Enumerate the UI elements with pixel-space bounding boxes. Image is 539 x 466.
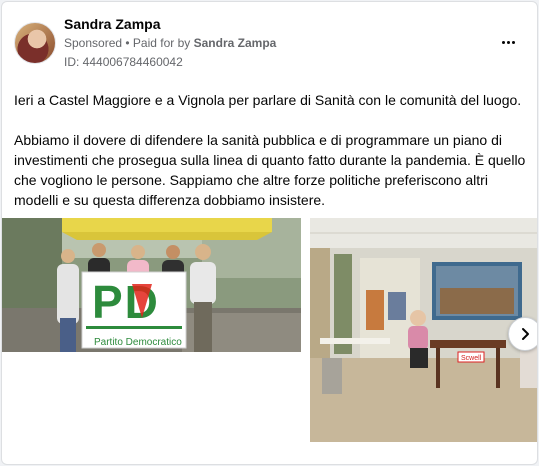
chevron-right-icon: [522, 328, 529, 340]
separator-dot: •: [122, 36, 133, 50]
carousel-next-button[interactable]: [508, 317, 537, 351]
more-dot: [511, 40, 515, 44]
sponsored-label[interactable]: Sponsored: [64, 36, 122, 50]
payer-name[interactable]: Sandra Zampa: [194, 36, 277, 50]
banner-caption: Partito Democratico: [94, 337, 182, 348]
more-dot: [506, 40, 510, 44]
table-sign: Scwell: [461, 355, 482, 362]
ad-post-card: Sandra Zampa Sponsored • Paid for by San…: [1, 1, 538, 465]
avatar[interactable]: [14, 22, 56, 64]
banner-logo: PD: [92, 276, 160, 328]
outdoor-photo: PD Partito Democratico: [2, 218, 301, 352]
indoor-photo: Scwell: [310, 218, 537, 442]
post-paragraph: Abbiamo il dovere di difendere la sanità…: [14, 132, 526, 208]
ad-id: ID: 444006784460042: [64, 55, 183, 69]
more-horizontal-icon: [501, 40, 505, 44]
carousel-image-outdoor[interactable]: PD Partito Democratico: [2, 218, 301, 352]
post-paragraph: Ieri a Castel Maggiore e a Vignola per p…: [14, 92, 522, 108]
author-name[interactable]: Sandra Zampa: [64, 16, 160, 32]
paid-for-label: Paid for by: [132, 36, 194, 50]
more-options-button[interactable]: [496, 32, 520, 52]
post-text: Ieri a Castel Maggiore e a Vignola per p…: [14, 90, 529, 230]
carousel-image-indoor[interactable]: Scwell: [310, 218, 537, 442]
sponsored-line: Sponsored • Paid for by Sandra Zampa: [64, 36, 276, 50]
